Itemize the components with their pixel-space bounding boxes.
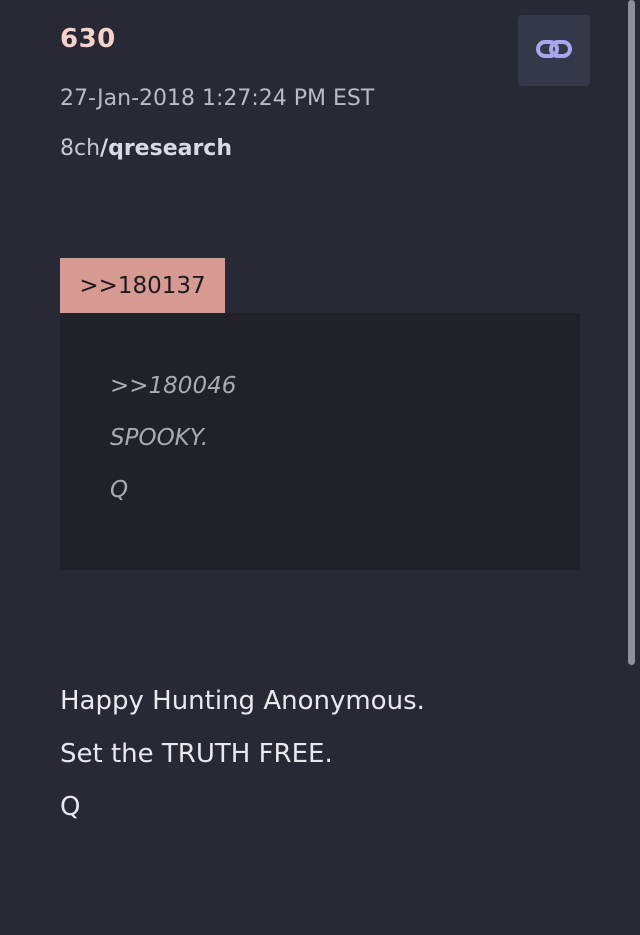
post-number: 630 xyxy=(60,24,116,54)
source-site: 8ch xyxy=(60,136,101,161)
vertical-scrollbar[interactable] xyxy=(628,0,635,665)
link-icon xyxy=(535,37,573,65)
reply-reference-link[interactable]: >>180137 xyxy=(60,258,225,313)
quote-line: Q xyxy=(110,477,129,503)
quoted-post: >>180046 SPOOKY. Q xyxy=(60,313,580,570)
post-source: 8ch/qresearch xyxy=(60,136,232,161)
message-line: Set the TRUTH FREE. xyxy=(60,739,333,769)
message-line: Q xyxy=(60,792,81,822)
message-line: Happy Hunting Anonymous. xyxy=(60,686,425,716)
quote-line: SPOOKY. xyxy=(110,425,209,451)
quote-line-ref[interactable]: >>180046 xyxy=(110,373,236,399)
post-timestamp: 27-Jan-2018 1:27:24 PM EST xyxy=(60,86,375,111)
permalink-button[interactable] xyxy=(518,15,590,86)
source-board[interactable]: /qresearch xyxy=(100,136,232,161)
